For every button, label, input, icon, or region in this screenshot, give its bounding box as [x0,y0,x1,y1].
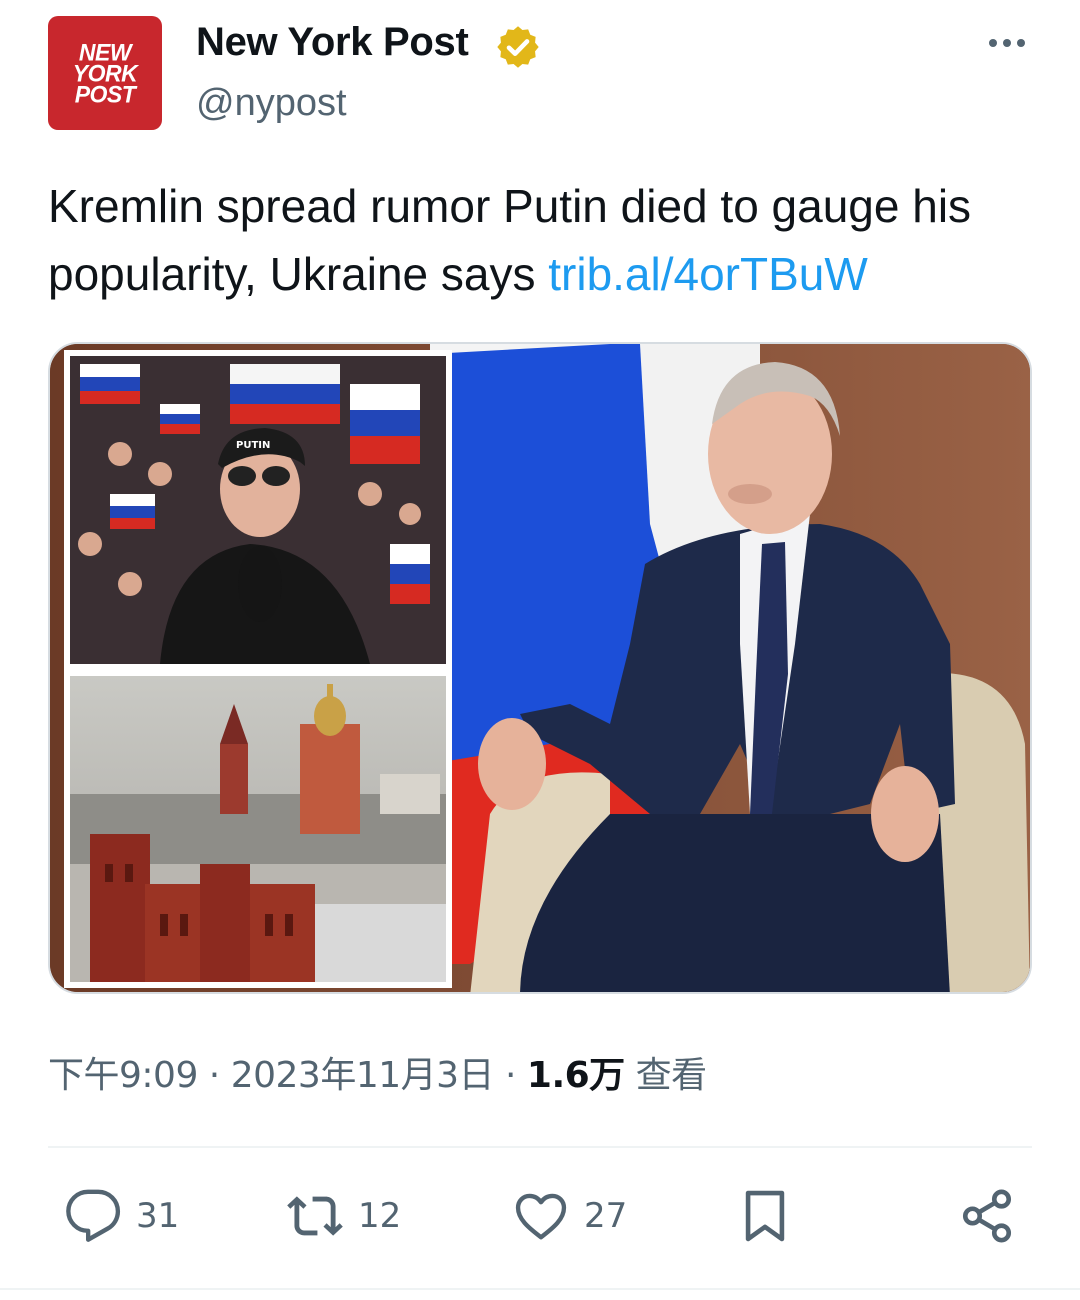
verified-icon[interactable] [495,24,541,70]
meta-separator: · [505,1055,516,1096]
tweet-media[interactable]: PUTIN [48,342,1032,994]
meta-separator: · [208,1055,220,1096]
tweet-time[interactable]: 下午9:09 [48,1055,198,1096]
share-button[interactable] [958,1186,1016,1246]
tweet-link[interactable]: trib.al/4orTBuW [548,248,868,300]
like-icon [515,1193,567,1240]
bookmark-icon [745,1190,785,1242]
beanie-text: PUTIN [236,440,270,451]
divider [48,1146,1032,1148]
tweet-date[interactable]: 2023年11月3日 [231,1055,495,1096]
tweet-text: Kremlin spread rumor Putin died to gauge… [48,172,1038,308]
views-label: 查看 [635,1055,708,1096]
media-image: PUTIN [50,344,1030,992]
retweet-button[interactable]: 12 [286,1186,401,1246]
retweet-icon [287,1196,343,1236]
views-count: 1.6万 [526,1055,625,1096]
share-icon [962,1189,1012,1243]
divider [0,1288,1080,1290]
like-button[interactable]: 27 [512,1186,627,1246]
avatar[interactable]: NEW YORK POST [48,16,162,130]
reply-button[interactable]: 31 [64,1186,179,1246]
logo-line-3: POST [74,79,136,108]
author-name[interactable]: New York Post [196,20,469,65]
retweet-count: 12 [358,1196,402,1236]
more-icon[interactable] [984,32,1030,54]
like-count: 27 [584,1196,628,1236]
bookmark-button[interactable] [736,1186,794,1246]
tweet-meta: 下午9:09 · 2023年11月3日 · 1.6万 查看 [48,1046,707,1098]
reply-icon [66,1189,121,1242]
author-handle[interactable]: @nypost [196,82,347,125]
tweet: NEW YORK POST New York Post @nypost Krem… [0,0,1080,1300]
reply-count: 31 [136,1196,180,1236]
